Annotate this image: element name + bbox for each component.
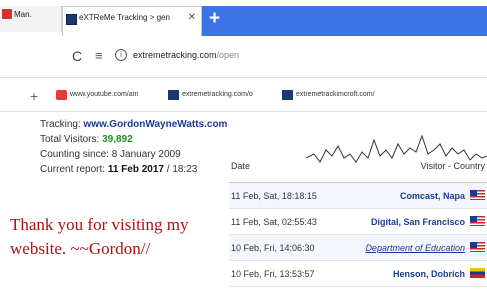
table-row[interactable]: 11 Feb, Sat, 02:55:43 Digital, San Franci… (229, 209, 487, 235)
stat-tracking: Tracking: www.GordonWayneWatts.com (40, 117, 227, 132)
stat-label: Total Visitors: (40, 134, 100, 145)
table-row[interactable]: 11 Feb, Sat, 18:18:15 Comcast, Napa (229, 183, 487, 209)
youtube-icon (56, 90, 67, 100)
visitor-link[interactable]: Henson, Dobrich (393, 269, 465, 279)
tracked-site-link[interactable]: www.GordonWayneWatts.com (84, 119, 228, 130)
extreme-tracking-icon (168, 90, 179, 100)
bookmark-add-icon[interactable]: + (30, 88, 38, 104)
tab-previous-label: Man. (14, 10, 32, 19)
page-menu-icon[interactable]: ≡ (95, 48, 103, 63)
browser-window: Man. eXTReMe Tracking > gen ✕ + C ≡ i ex… (0, 0, 487, 299)
address-bar: C ≡ i extremetracking.com/open (0, 36, 487, 78)
visitor-link[interactable]: Comcast, Napa (400, 191, 465, 201)
table-row[interactable]: 10 Feb, Fri, 13:53:57 Henson, Dobrich (229, 261, 487, 287)
flag-icon (470, 268, 485, 278)
bookmark-extremetracking-2[interactable]: extremetrackimcroft.com/ (282, 90, 375, 100)
tab-active[interactable]: eXTReMe Tracking > gen ✕ (62, 6, 202, 36)
report-separator: / (166, 164, 170, 175)
visitor-table-body: 11 Feb, Sat, 18:18:15 Comcast, Napa 11 Feb… (229, 183, 487, 287)
url-host: extremetracking.com (133, 50, 217, 60)
visitor-link[interactable]: Digital, San Francisco (371, 217, 465, 227)
thank-you-line-2: website. ~~Gordon// (10, 239, 151, 258)
bookmark-label: www.youtube.com/am (70, 91, 139, 98)
url-field[interactable]: extremetracking.com/open (133, 50, 239, 60)
flag-icon (470, 216, 485, 226)
total-visitors-value: 39,892 (102, 134, 133, 145)
visitor-link[interactable]: Department of Education (365, 243, 465, 253)
tab-strip: Man. eXTReMe Tracking > gen ✕ + (0, 0, 487, 40)
table-row[interactable]: 10 Feb, Fri, 14:06:30 Department of Educa… (229, 235, 487, 261)
new-tab-plus-icon[interactable]: + (209, 8, 220, 30)
tab-favicon (66, 14, 77, 25)
bookmark-youtube[interactable]: www.youtube.com/am (56, 90, 139, 100)
flag-icon (470, 190, 485, 200)
visitor-table-header: Date Visitor - Country (229, 153, 487, 183)
extreme-tracking-icon (282, 90, 293, 100)
visit-date: 11 Feb, Sat, 18:18:15 (231, 191, 317, 201)
tab-favicon (2, 9, 12, 19)
stat-label: Counting since: (40, 149, 109, 160)
current-report-time: 18:23 (172, 164, 198, 175)
visitor-table: Date Visitor - Country 11 Feb, Sat, 18:1… (229, 153, 487, 287)
stat-label: Current report: (40, 164, 106, 175)
tracking-stats: Tracking: www.GordonWayneWatts.com Total… (40, 117, 227, 177)
visit-date: 11 Feb, Sat, 02:55:43 (231, 217, 317, 227)
current-report-date: 11 Feb 2017 (107, 164, 164, 175)
bookmarks-bar: + www.youtube.com/am extremetracking.com… (0, 80, 487, 112)
new-tab-bar[interactable]: + (202, 6, 487, 36)
tab-previous[interactable]: Man. (0, 6, 62, 32)
bookmark-extremetracking[interactable]: extremetracking.com/o (168, 90, 253, 100)
stat-visitors: Total Visitors: 39,892 (40, 132, 227, 147)
bookmark-label: extremetracking.com/o (182, 91, 253, 98)
tab-active-label: eXTReMe Tracking > gen (79, 13, 170, 22)
column-header-date: Date (231, 161, 251, 171)
bookmark-label: extremetrackimcroft.com/ (296, 91, 375, 98)
url-path: /open (216, 50, 240, 60)
stat-report: Current report: 11 Feb 2017 / 18:23 (40, 162, 227, 177)
tab-close-icon[interactable]: ✕ (188, 12, 196, 23)
stat-label: Tracking: (40, 119, 81, 130)
counting-since-value: 8 January 2009 (111, 149, 181, 160)
column-header-visitor: Visitor - Country (420, 161, 485, 171)
site-info-icon[interactable]: i (115, 49, 127, 61)
visit-date: 10 Feb, Fri, 14:06:30 (231, 243, 315, 253)
visit-date: 10 Feb, Fri, 13:53:57 (231, 269, 315, 279)
flag-icon (470, 242, 485, 252)
stat-since: Counting since: 8 January 2009 (40, 147, 227, 162)
thank-you-message: Thank you for visiting my website. ~~Gor… (10, 213, 225, 261)
thank-you-line-1: Thank you for visiting my (10, 215, 189, 234)
reload-icon[interactable]: C (72, 48, 82, 64)
page-content: Tracking: www.GordonWayneWatts.com Total… (0, 113, 487, 299)
